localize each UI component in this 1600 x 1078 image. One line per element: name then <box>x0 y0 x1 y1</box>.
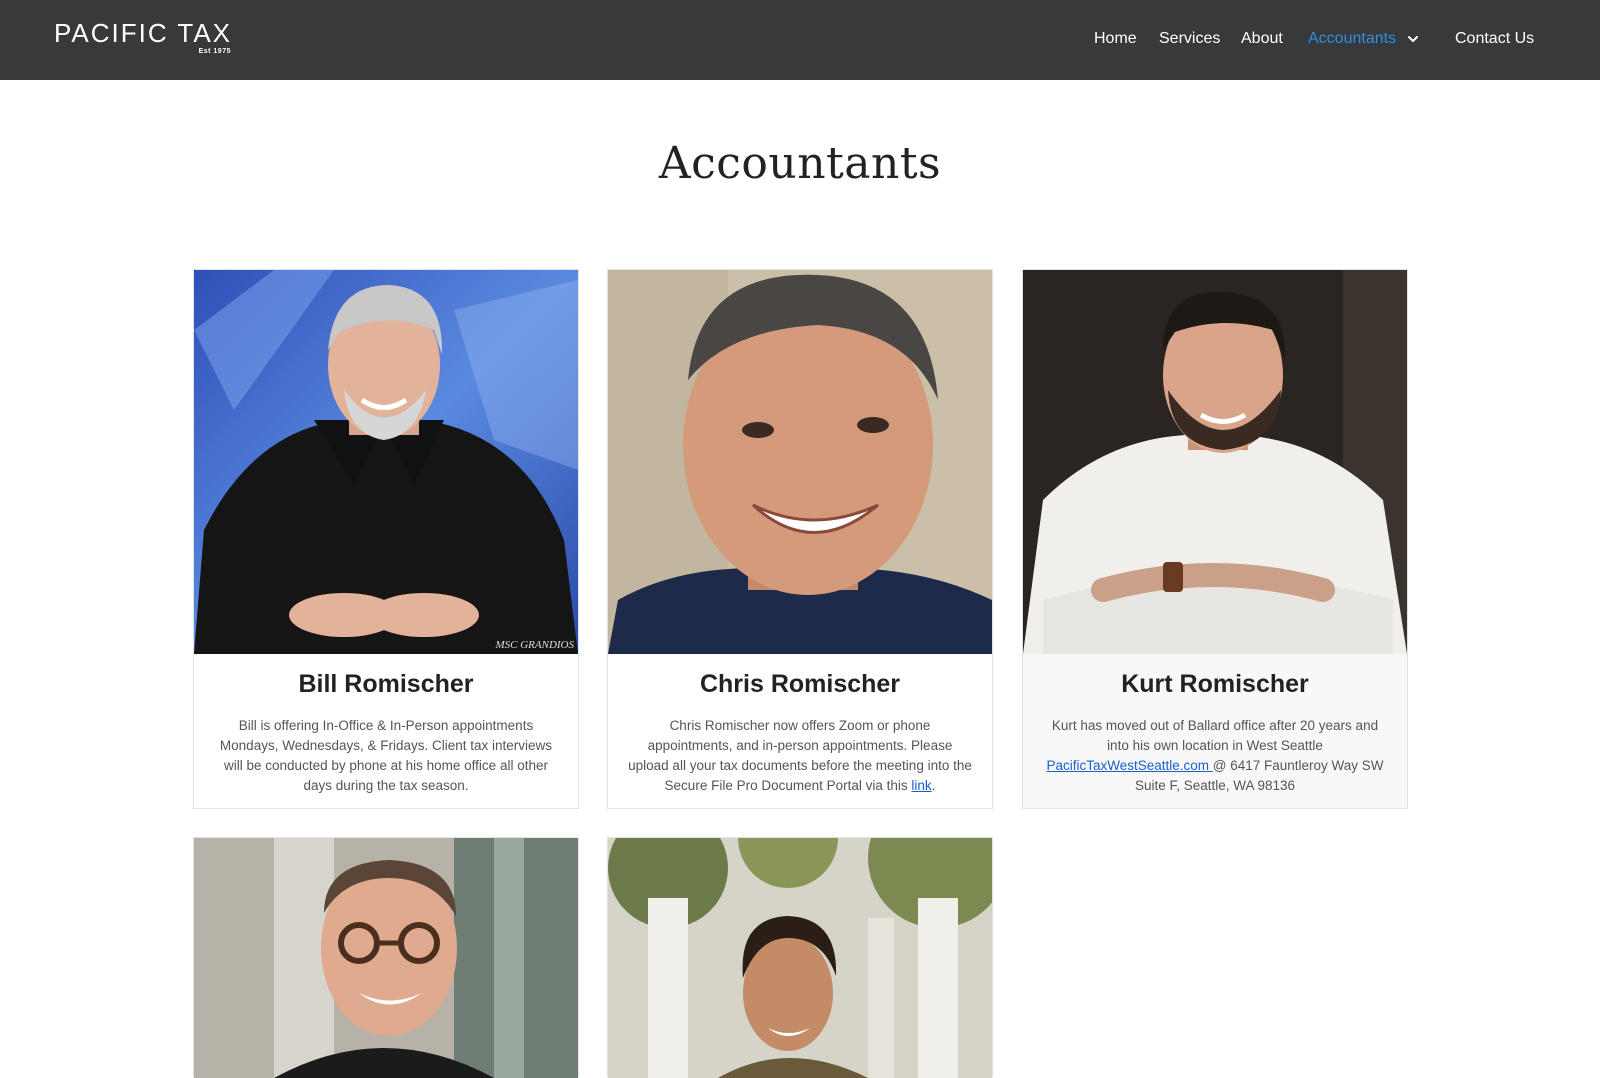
chevron-down-icon[interactable] <box>1406 32 1420 46</box>
accountant-card-kurt: Kurt Romischer Kurt has moved out of Bal… <box>1022 269 1408 809</box>
accountant-photo <box>194 838 578 1078</box>
nav-home[interactable]: Home <box>1094 28 1137 50</box>
main-nav: Home Services About Accountants Contact … <box>0 28 1600 52</box>
accountant-5-portrait-image <box>608 838 992 1078</box>
accountant-name: Chris Romischer <box>699 670 901 698</box>
accountant-photo <box>608 838 992 1078</box>
accountant-card-5 <box>607 837 993 1078</box>
nav-services[interactable]: Services <box>1159 28 1220 50</box>
kurt-portrait-image <box>1023 270 1407 654</box>
page-title: Accountants <box>658 138 942 189</box>
photo-watermark: MSC GRANDIOS <box>494 639 574 651</box>
nav-contact-us[interactable]: Contact Us <box>1455 28 1534 50</box>
accountant-photo <box>608 270 992 654</box>
bill-portrait-image: MSC GRANDIOS <box>194 270 578 654</box>
nav-about[interactable]: About <box>1241 28 1283 50</box>
accountant-photo: MSC GRANDIOS <box>194 270 578 654</box>
accountant-card-chris: Chris Romischer Chris Romischer now offe… <box>607 269 993 809</box>
accountant-4-portrait-image <box>194 838 578 1078</box>
accountant-photo <box>1023 270 1407 654</box>
nav-accountants[interactable]: Accountants <box>1308 28 1396 50</box>
site-header: PACIFIC TAX Est 1975 Home Services About… <box>0 0 1600 80</box>
accountant-name: Kurt Romischer <box>1121 670 1309 698</box>
portal-link[interactable]: link <box>911 778 931 793</box>
accountant-card-4 <box>193 837 579 1078</box>
chris-portrait-image <box>608 270 992 654</box>
accountant-description: Chris Romischer now offers Zoom or phone… <box>626 716 974 796</box>
accountant-description: Bill is offering In-Office & In-Person a… <box>219 718 553 793</box>
website-link[interactable]: PacificTaxWestSeattle.com <box>1046 758 1212 773</box>
description-text: Kurt has moved out of Ballard office aft… <box>1051 718 1379 753</box>
accountant-card-bill: MSC GRANDIOS Bill Romischer Bill is offe… <box>193 269 579 809</box>
accountant-name: Bill Romischer <box>298 670 474 698</box>
accountant-description: Kurt has moved out of Ballard office aft… <box>1041 716 1389 796</box>
description-text-end: . <box>931 778 936 793</box>
